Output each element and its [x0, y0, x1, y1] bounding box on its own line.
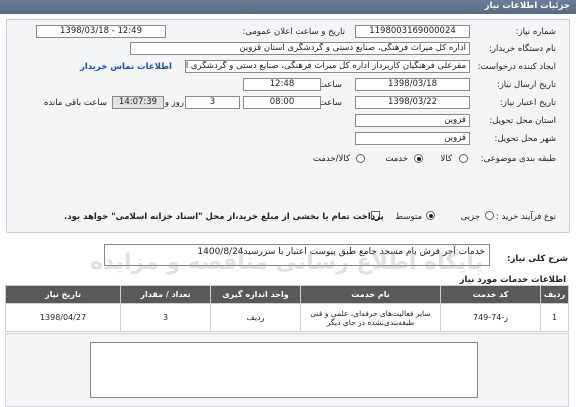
services-table-header: ردیف کد خدمت نام خدمت واحد اندازه گیری ت…: [5, 285, 569, 304]
service-code: ز-74-749: [440, 303, 541, 332]
service-name: سایر فعالیت‌های حرفه‌ای، علمی و فنی طبقه…: [300, 303, 441, 332]
category-goods-label: کالا: [440, 154, 452, 164]
need-number-label: شماره نیاز:: [515, 27, 556, 37]
buyer-contact-link[interactable]: اطلاعات تماس خریدار: [80, 62, 172, 72]
validity-time-field: 08:00: [243, 96, 321, 109]
buyer-name-label: نام دستگاه خریدار:: [489, 44, 556, 54]
validity-date-field: 1398/03/22: [355, 96, 470, 109]
remaining-time-label: ساعت باقی مانده: [43, 98, 107, 108]
delivery-province-field: قزوین: [355, 114, 470, 127]
need-number-field: 1198003169000024: [355, 25, 470, 38]
remaining-time-field: 14:07:39: [112, 96, 164, 109]
col-need-date: تاریخ نیاز: [5, 285, 121, 304]
col-row: ردیف: [540, 285, 569, 304]
remaining-days-field: 3: [185, 96, 240, 109]
delivery-city-label: شهر محل تحویل:: [494, 134, 556, 144]
announce-datetime-label: تاریخ و ساعت اعلان عمومی:: [242, 27, 345, 37]
validity-date-label: تاریخ اعتبار نیاز:: [499, 98, 556, 108]
window-title: جزئیات اطلاعات نیاز: [484, 1, 570, 11]
col-unit: واحد اندازه گیری: [210, 285, 301, 304]
send-time-label: ساعت: [318, 80, 342, 90]
col-service-name: نام خدمت: [300, 285, 441, 304]
days-and-label: روز و: [164, 98, 184, 108]
delivery-province-label: استان محل تحویل:: [489, 116, 556, 126]
treasury-payment-note: پرداخت تمام یا بخشی از مبلغ خرید،از محل …: [64, 212, 384, 222]
category-service-label: خدمت: [385, 154, 408, 164]
col-service-code: کد خدمت: [440, 285, 541, 304]
validity-time-label: ساعت: [318, 98, 342, 108]
category-goods-service-radio[interactable]: [356, 154, 365, 163]
col-quantity: تعداد / مقدار: [120, 285, 211, 304]
description-label: شرح کلی نیاز:: [507, 254, 568, 264]
service-quantity: 3: [120, 303, 211, 332]
announce-datetime-field: 1398/03/18 - 12:49: [36, 25, 166, 38]
delivery-city-field: قزوین: [355, 132, 470, 145]
row-number: 1: [540, 303, 569, 332]
subject-category-label: طبقه بندی موضوعی:: [480, 154, 556, 164]
requester-label: ایجاد کننده درخواست:: [477, 62, 556, 72]
buyer-name-field: اداره کل میراث فرهنگی، صنایع دستی و گردش…: [130, 42, 470, 55]
requester-field: مفرعلی فرهنگیان کاربرداز اداره کل میراث …: [185, 60, 470, 73]
window-titlebar: جزئیات اطلاعات نیاز: [0, 0, 576, 14]
services-table: ردیف کد خدمت نام خدمت واحد اندازه گیری ت…: [5, 285, 569, 332]
send-time-field: 12:48: [243, 78, 321, 91]
send-date-field: 1398/03/18: [355, 78, 470, 91]
service-unit: ردیف: [210, 303, 301, 332]
send-date-label: تاریخ ارسال نیاز:: [496, 80, 556, 90]
description-field: خدمات آجر فرش بام مسجد جامع طبق پیوست اع…: [104, 244, 490, 266]
service-need-date: 1398/04/27: [5, 303, 121, 332]
category-goods-service-label: کالا/خدمت: [313, 154, 350, 164]
process-medium-radio[interactable]: [426, 211, 435, 220]
process-minor-label: جزیی: [460, 212, 480, 222]
purchase-process-label: نوع فرآیند خرید :: [495, 212, 556, 222]
buyer-notes-field: [90, 342, 478, 398]
services-section-title: اطلاعات خدمات مورد نیاز: [459, 275, 566, 285]
category-service-radio[interactable]: [414, 154, 423, 163]
process-medium-label: متوسط: [395, 212, 422, 222]
process-minor-radio[interactable]: [485, 211, 494, 220]
table-row: 1 ز-74-749 سایر فعالیت‌های حرفه‌ای، علمی…: [5, 303, 569, 332]
category-goods-radio[interactable]: [459, 154, 468, 163]
